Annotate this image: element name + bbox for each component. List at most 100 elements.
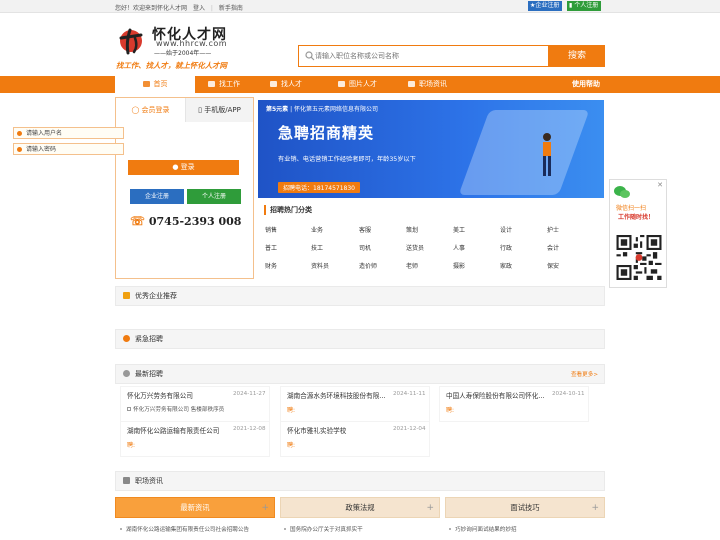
category-link[interactable]: 老师 xyxy=(406,261,418,270)
category-link[interactable]: 财务 xyxy=(265,261,277,270)
nav-item-find-job[interactable]: 找工作 xyxy=(208,76,240,93)
banner-phone: 招聘电话：18174571830 xyxy=(278,182,360,193)
job-card[interactable]: 怀化市雅礼实验学校 2021-12-04 聘: xyxy=(280,421,430,457)
category-link[interactable]: 会计 xyxy=(547,243,559,252)
news-item[interactable]: 巧妙询问面试结果的妙招 xyxy=(449,525,517,533)
category-link[interactable]: 美工 xyxy=(453,225,465,234)
job-card[interactable]: 湖南合源水务环境科技股份有限... 2024-11-11 聘: xyxy=(280,386,430,422)
newbie-guide-link[interactable]: 新手指南 xyxy=(219,5,243,12)
qr-line2: 工作随时找！ xyxy=(618,214,655,221)
slogan: 找工作、找人才，就上怀化人才网 xyxy=(116,61,227,70)
job-card[interactable]: 怀化万兴劳务有限公司 2024-11-27 怀化万兴劳务有限公司 售楼部秩序员 xyxy=(120,386,270,422)
divider: | xyxy=(210,5,213,12)
greeting-text: 您好！欢迎来到怀化人才网 xyxy=(115,5,188,12)
more-link[interactable]: 查看更多> xyxy=(571,370,598,378)
company-name[interactable]: 湖南合源水务环境科技股份有限... xyxy=(287,390,389,400)
post-date: 2024-11-27 xyxy=(233,391,266,397)
job-titles[interactable]: 聘: xyxy=(446,405,454,414)
category-link[interactable]: 家政 xyxy=(500,261,512,270)
category-link[interactable]: 策划 xyxy=(406,225,418,234)
category-link[interactable]: 资料员 xyxy=(311,261,329,270)
category-link[interactable]: 人事 xyxy=(453,243,465,252)
enterprise-register-label: 企业注册 xyxy=(535,2,560,9)
job-card[interactable]: 湖南怀化公路运输有限责任公司 2021-12-08 聘: xyxy=(120,421,270,457)
category-link[interactable]: 保安 xyxy=(547,261,559,270)
banner-illustration xyxy=(458,110,590,195)
urgent-jobs-header: 紧急招聘 xyxy=(115,329,605,349)
user-icon: ▮ xyxy=(569,2,573,9)
category-link[interactable]: 送货员 xyxy=(406,243,424,252)
login-link[interactable]: 登入 xyxy=(193,5,205,12)
trophy-icon xyxy=(123,292,130,299)
login-enterprise-register-button[interactable]: 企业注册 xyxy=(130,189,184,204)
tab-latest-news[interactable]: 最新资讯 + xyxy=(115,497,275,518)
category-link[interactable]: 客服 xyxy=(359,225,371,234)
nav-help-link[interactable]: 使用帮助 xyxy=(572,76,600,93)
file-icon xyxy=(123,477,130,484)
nav-item-home[interactable]: 首页 xyxy=(115,76,195,93)
nav-item-find-talent[interactable]: 找人才 xyxy=(270,76,302,93)
post-date: 2024-10-11 xyxy=(552,391,585,397)
job-titles[interactable]: 聘: xyxy=(127,440,135,449)
category-link[interactable]: 销售 xyxy=(265,225,277,234)
login-personal-register-button[interactable]: 个人注册 xyxy=(187,189,241,204)
tab-mobile-app[interactable]: ▯ 手机版/APP xyxy=(186,98,253,122)
search-button[interactable]: 搜索 xyxy=(549,45,605,67)
enterprise-register-button[interactable]: ★企业注册 xyxy=(528,1,563,11)
news-item-text: 湖南怀化公路运输集团有限责任公司社会招聘公告 xyxy=(126,527,250,533)
category-link[interactable]: 技工 xyxy=(311,243,323,252)
user-icon: ● xyxy=(172,163,181,171)
category-link[interactable]: 行政 xyxy=(500,243,512,252)
bullet-icon xyxy=(120,528,122,530)
tab-label: 政策法规 xyxy=(345,503,375,512)
newspaper-icon xyxy=(408,81,415,87)
company-name[interactable]: 怀化市雅礼实验学校 xyxy=(287,425,389,435)
job-card[interactable]: 中国人寿保险股份有限公司怀化... 2024-10-11 聘: xyxy=(439,386,589,422)
post-date: 2021-12-08 xyxy=(233,426,266,432)
tab-label: 面试技巧 xyxy=(510,503,540,512)
nav-item-news[interactable]: 职场资讯 xyxy=(408,76,447,93)
home-icon xyxy=(142,81,150,87)
category-link[interactable]: 司机 xyxy=(359,243,371,252)
banner-brand-logo: 第5元素 xyxy=(266,106,289,113)
company-name[interactable]: 湖南怀化公路运输有限责任公司 xyxy=(127,425,229,435)
company-name[interactable]: 中国人寿保险股份有限公司怀化... xyxy=(446,390,548,400)
search-input[interactable] xyxy=(315,49,540,63)
username-field[interactable]: 请输入用户名 xyxy=(13,127,124,139)
tab-policy[interactable]: 政策法规 + xyxy=(280,497,440,518)
news-item[interactable]: 湖南怀化公路运输集团有限责任公司社会招聘公告 xyxy=(120,525,249,533)
category-link[interactable]: 造价师 xyxy=(359,261,377,270)
category-link[interactable]: 护士 xyxy=(547,225,559,234)
top-bar-left: 您好！欢迎来到怀化人才网 登入 | 新手指南 xyxy=(115,3,247,12)
news-item[interactable]: 国务院办公厅关于对真抓实干 xyxy=(284,525,363,533)
login-button[interactable]: ● 登录 xyxy=(128,160,239,175)
banner-ad[interactable]: 第5元素 | 怀化第五元素网络信息有限公司 急聘招商精英 有业销、电话营销工作经… xyxy=(258,100,604,198)
site-logo[interactable]: 怀化人才网 www.hhrcw.com ——始于2004年—— xyxy=(116,20,266,60)
tab-member-login[interactable]: ◯ 会员登录 xyxy=(116,98,186,122)
job-titles[interactable]: 聘: xyxy=(287,405,295,414)
job-titles[interactable]: 聘: xyxy=(287,440,295,449)
news-item-text: 国务院办公厅关于对真抓实干 xyxy=(290,527,363,533)
lock-icon xyxy=(17,147,22,152)
section-title: 最新招聘 xyxy=(135,370,163,378)
category-link[interactable]: 业务 xyxy=(311,225,323,234)
user-icon: ◯ xyxy=(131,106,142,114)
logo-since: ——始于2004年—— xyxy=(154,50,212,57)
personal-register-button[interactable]: ▮ 个人注册 xyxy=(567,1,602,11)
category-link[interactable]: 普工 xyxy=(265,243,277,252)
tab-interview-tips[interactable]: 面试技巧 + xyxy=(445,497,605,518)
bullet-icon xyxy=(284,528,286,530)
famous-companies-body xyxy=(115,306,605,320)
category-link[interactable]: 设计 xyxy=(500,225,512,234)
people-icon xyxy=(270,81,277,87)
password-field[interactable]: 请输入密码 xyxy=(13,143,124,155)
plus-icon: + xyxy=(261,503,269,513)
bullet-icon xyxy=(449,528,451,530)
nav-item-photo-talent[interactable]: 图片人才 xyxy=(338,76,377,93)
close-icon[interactable]: ✕ xyxy=(656,181,664,189)
category-link[interactable]: 摄影 xyxy=(453,261,465,270)
qr-line1: 微信扫一扫 xyxy=(616,205,647,212)
job-titles[interactable]: 怀化万兴劳务有限公司 售楼部秩序员 xyxy=(133,405,224,413)
company-name[interactable]: 怀化万兴劳务有限公司 xyxy=(127,390,229,400)
nav-item-label: 职场资讯 xyxy=(419,80,447,88)
